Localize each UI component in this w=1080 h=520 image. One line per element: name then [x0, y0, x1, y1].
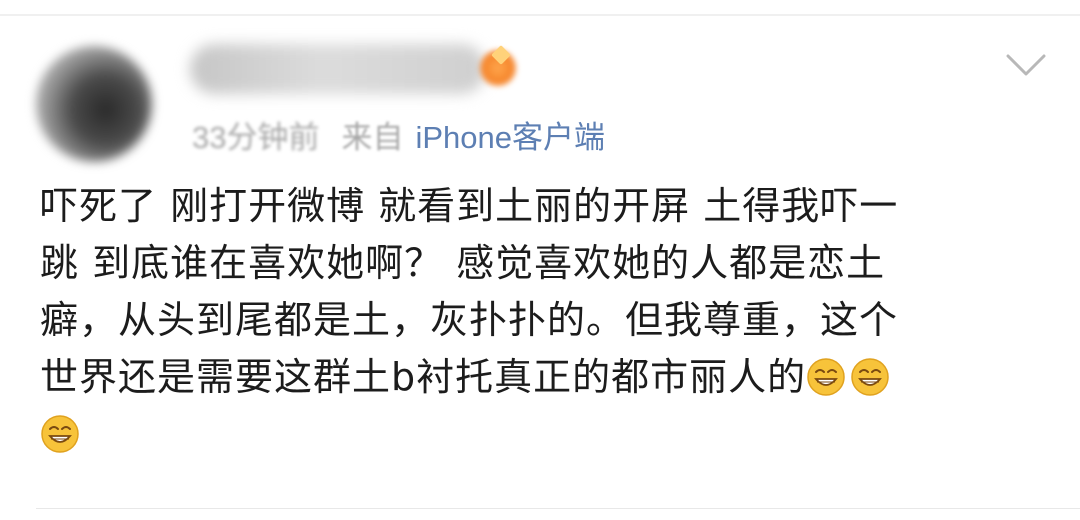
bottom-divider: [36, 508, 1080, 509]
content-line: 跳 到底谁在喜欢她啊？ 感觉喜欢她的人都是恋土: [40, 241, 886, 285]
content-line-with-emoji: 世界还是需要这群土b衬托真正的都市丽人的: [40, 349, 1030, 406]
source-client-link[interactable]: iPhone客户端: [415, 112, 605, 157]
content-line-emoji-only: [40, 406, 1030, 463]
post-meta: 33分钟前 来自 iPhone客户端: [192, 112, 605, 156]
avatar[interactable]: [36, 46, 152, 162]
source-prefix: 来自: [341, 119, 404, 155]
post-time: 33分钟前: [192, 119, 320, 155]
content-line: 吓死了 刚打开微博 就看到土丽的开屏 土得我吓一: [40, 184, 899, 228]
content-line-text: 世界还是需要这群土b衬托真正的都市丽人的: [40, 355, 807, 399]
content-line: 癖，从头到尾都是土，灰扑扑的。但我尊重，这个: [40, 298, 899, 342]
grin-emoji: [806, 357, 846, 397]
grin-emoji: [850, 357, 890, 397]
chevron-down-icon[interactable]: [1004, 50, 1048, 80]
username-blurred[interactable]: [190, 44, 486, 94]
grin-emoji: [40, 414, 80, 454]
weibo-post-card: 33分钟前 来自 iPhone客户端 吓死了 刚打开微博 就看到土丽的开屏 土得…: [0, 0, 1080, 520]
post-content: 吓死了 刚打开微博 就看到土丽的开屏 土得我吓一 跳 到底谁在喜欢她啊？ 感觉喜…: [40, 178, 1030, 463]
